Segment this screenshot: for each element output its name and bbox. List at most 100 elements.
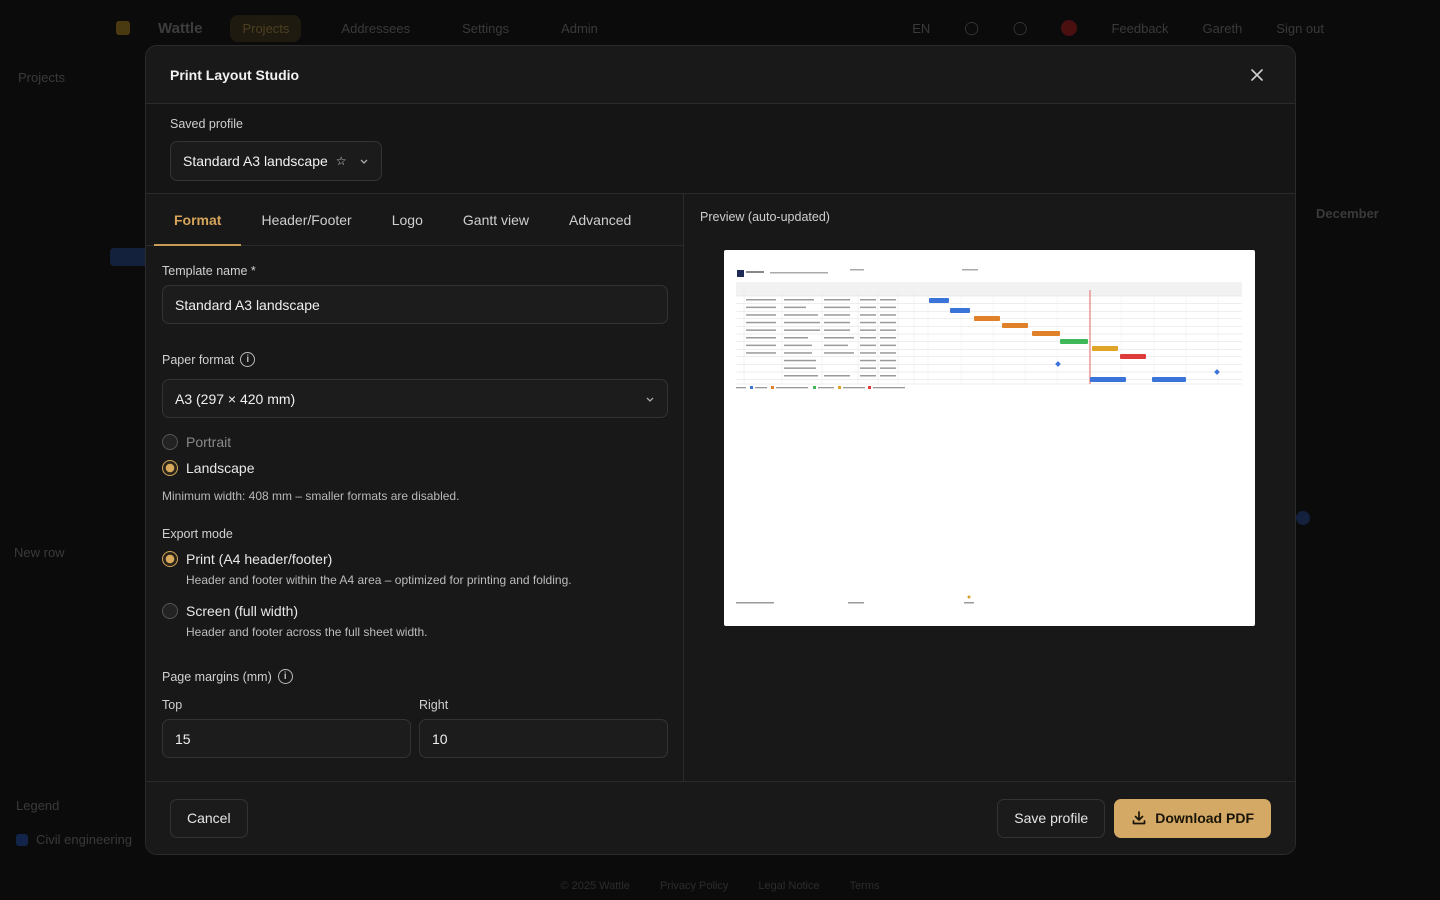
close-button[interactable] <box>1243 61 1271 89</box>
portrait-label: Portrait <box>186 434 232 450</box>
dialog-body: Format Header/Footer Logo Gantt view Adv… <box>146 194 1295 783</box>
background-bar <box>110 248 150 266</box>
template-name-label-text: Template name * <box>162 264 256 278</box>
preview-label: Preview (auto-updated) <box>700 210 830 224</box>
export-mode-label-text: Export mode <box>162 527 233 541</box>
dialog-footer: Cancel Save profile Download PDF <box>146 781 1295 854</box>
help-icon: ◯ <box>964 20 979 35</box>
footer-copyright: © 2025 Wattle <box>560 880 630 892</box>
tab-format[interactable]: Format <box>154 194 242 246</box>
background-footer: © 2025 Wattle Privacy Policy Legal Notic… <box>0 880 1440 892</box>
background-new-row: New row <box>14 545 65 560</box>
saved-profile-value: Standard A3 landscape <box>183 153 328 169</box>
margin-right-label-text: Right <box>419 698 449 712</box>
nav-addressees: Addressees <box>341 20 411 36</box>
nav-admin: Admin <box>561 20 598 36</box>
language-switch: EN <box>912 20 931 36</box>
chevron-down-icon <box>646 397 654 402</box>
saved-profile-label: Saved profile <box>170 117 243 131</box>
margin-top-label-text: Top <box>162 698 183 712</box>
orientation-landscape-option[interactable]: Landscape <box>162 460 667 476</box>
background-legend: Civil engineering <box>16 832 132 847</box>
preview-pane: Preview (auto-updated) <box>684 194 1295 783</box>
breadcrumb-projects: Projects <box>18 70 65 85</box>
margin-right-group: Right 10 <box>419 698 668 758</box>
footer-legal: Legal Notice <box>758 880 820 892</box>
tab-header-footer[interactable]: Header/Footer <box>241 194 371 245</box>
download-pdf-label: Download PDF <box>1155 810 1254 826</box>
tab-gantt-view[interactable]: Gantt view <box>443 194 549 245</box>
tab-logo[interactable]: Logo <box>372 194 443 245</box>
saved-profile-section: Saved profile Standard A3 landscape ☆ <box>146 104 1295 194</box>
legend-item: Civil engineering <box>36 832 133 847</box>
saved-profile-select[interactable]: Standard A3 landscape ☆ <box>170 141 382 181</box>
tab-advanced[interactable]: Advanced <box>549 194 651 245</box>
landscape-radio[interactable] <box>162 460 178 476</box>
dialog-header: Print Layout Studio <box>146 46 1295 104</box>
print-mode-radio[interactable] <box>162 551 178 567</box>
margin-right-input[interactable]: 10 <box>419 719 668 758</box>
app-brand: Wattle <box>158 19 203 37</box>
dialog-title: Print Layout Studio <box>170 66 300 83</box>
footer-actions: Save profile Download PDF <box>997 798 1271 838</box>
settings-icon: ◯ <box>1012 20 1028 35</box>
download-icon <box>1132 811 1146 825</box>
close-icon <box>1251 68 1263 81</box>
star-icon: ☆ <box>335 154 347 168</box>
preview-thumbnail <box>736 269 1242 604</box>
page-margins-label: Page margins (mm) i <box>162 669 667 684</box>
nav-settings: Settings <box>462 20 510 36</box>
nav-projects: Projects <box>230 14 302 42</box>
screen-mode-hint: Header and footer across the full sheet … <box>186 625 428 639</box>
print-layout-dialog: Print Layout Studio Saved profile Standa… <box>145 45 1296 855</box>
background-month-label: December <box>1316 206 1379 221</box>
margin-top-value: 15 <box>175 730 191 747</box>
portrait-radio[interactable] <box>162 434 178 450</box>
background-legend-title: Legend <box>16 798 60 813</box>
notification-badge <box>1061 20 1078 36</box>
chevron-down-icon <box>360 159 368 164</box>
footer-terms: Terms <box>849 880 880 892</box>
export-mode-label: Export mode <box>162 527 667 541</box>
template-name-label: Template name * <box>162 264 667 278</box>
info-icon[interactable]: i <box>240 352 256 367</box>
background-topbar-right: EN ◯ ◯ Feedback Gareth Sign out <box>912 20 1324 36</box>
export-mode-print-option[interactable]: Print (A4 header/footer) <box>162 551 667 567</box>
paper-format-select[interactable]: A3 (297 × 420 mm) <box>162 379 668 418</box>
margin-top-input[interactable]: 15 <box>162 719 411 758</box>
print-mode-hint: Header and footer within the A4 area – o… <box>186 573 572 587</box>
settings-pane: Format Header/Footer Logo Gantt view Adv… <box>146 194 684 783</box>
print-mode-label: Print (A4 header/footer) <box>186 551 333 567</box>
background-breadcrumb: Projects <box>18 70 65 85</box>
template-name-input[interactable]: Standard A3 landscape <box>162 285 668 324</box>
cancel-button[interactable]: Cancel <box>170 798 248 838</box>
margin-right-label: Right <box>419 698 668 712</box>
footer-privacy: Privacy Policy <box>659 880 729 892</box>
download-pdf-button[interactable]: Download PDF <box>1114 798 1271 838</box>
pdf-preview-sheet <box>724 250 1255 626</box>
background-dot <box>1296 511 1310 525</box>
legend-swatch <box>16 833 28 846</box>
app-logo <box>116 21 130 35</box>
margin-right-value: 10 <box>432 730 448 747</box>
sign-out-link: Sign out <box>1276 20 1324 36</box>
screen-mode-label: Screen (full width) <box>186 603 299 619</box>
margin-top-group: Top 15 <box>162 698 411 758</box>
landscape-label: Landscape <box>186 460 255 476</box>
user-name: Gareth <box>1202 20 1243 36</box>
format-form: Template name * Standard A3 landscape Pa… <box>146 246 683 758</box>
export-mode-screen-option[interactable]: Screen (full width) <box>162 603 667 619</box>
paper-format-label-text: Paper format <box>162 352 235 367</box>
min-width-hint: Minimum width: 408 mm – smaller formats … <box>162 489 460 503</box>
paper-format-label: Paper format i <box>162 352 667 367</box>
save-profile-button[interactable]: Save profile <box>997 798 1106 838</box>
feedback-link: Feedback <box>1111 20 1169 36</box>
template-name-value: Standard A3 landscape <box>175 296 320 313</box>
screen-mode-radio[interactable] <box>162 603 178 619</box>
info-icon[interactable]: i <box>277 669 293 684</box>
page-margins-label-text: Page margins (mm) <box>162 669 272 684</box>
margins-row: Top 15 Right 10 <box>162 698 668 758</box>
orientation-portrait-option[interactable]: Portrait <box>162 434 667 450</box>
settings-tabs: Format Header/Footer Logo Gantt view Adv… <box>146 194 683 246</box>
paper-format-value: A3 (297 × 420 mm) <box>175 390 296 407</box>
